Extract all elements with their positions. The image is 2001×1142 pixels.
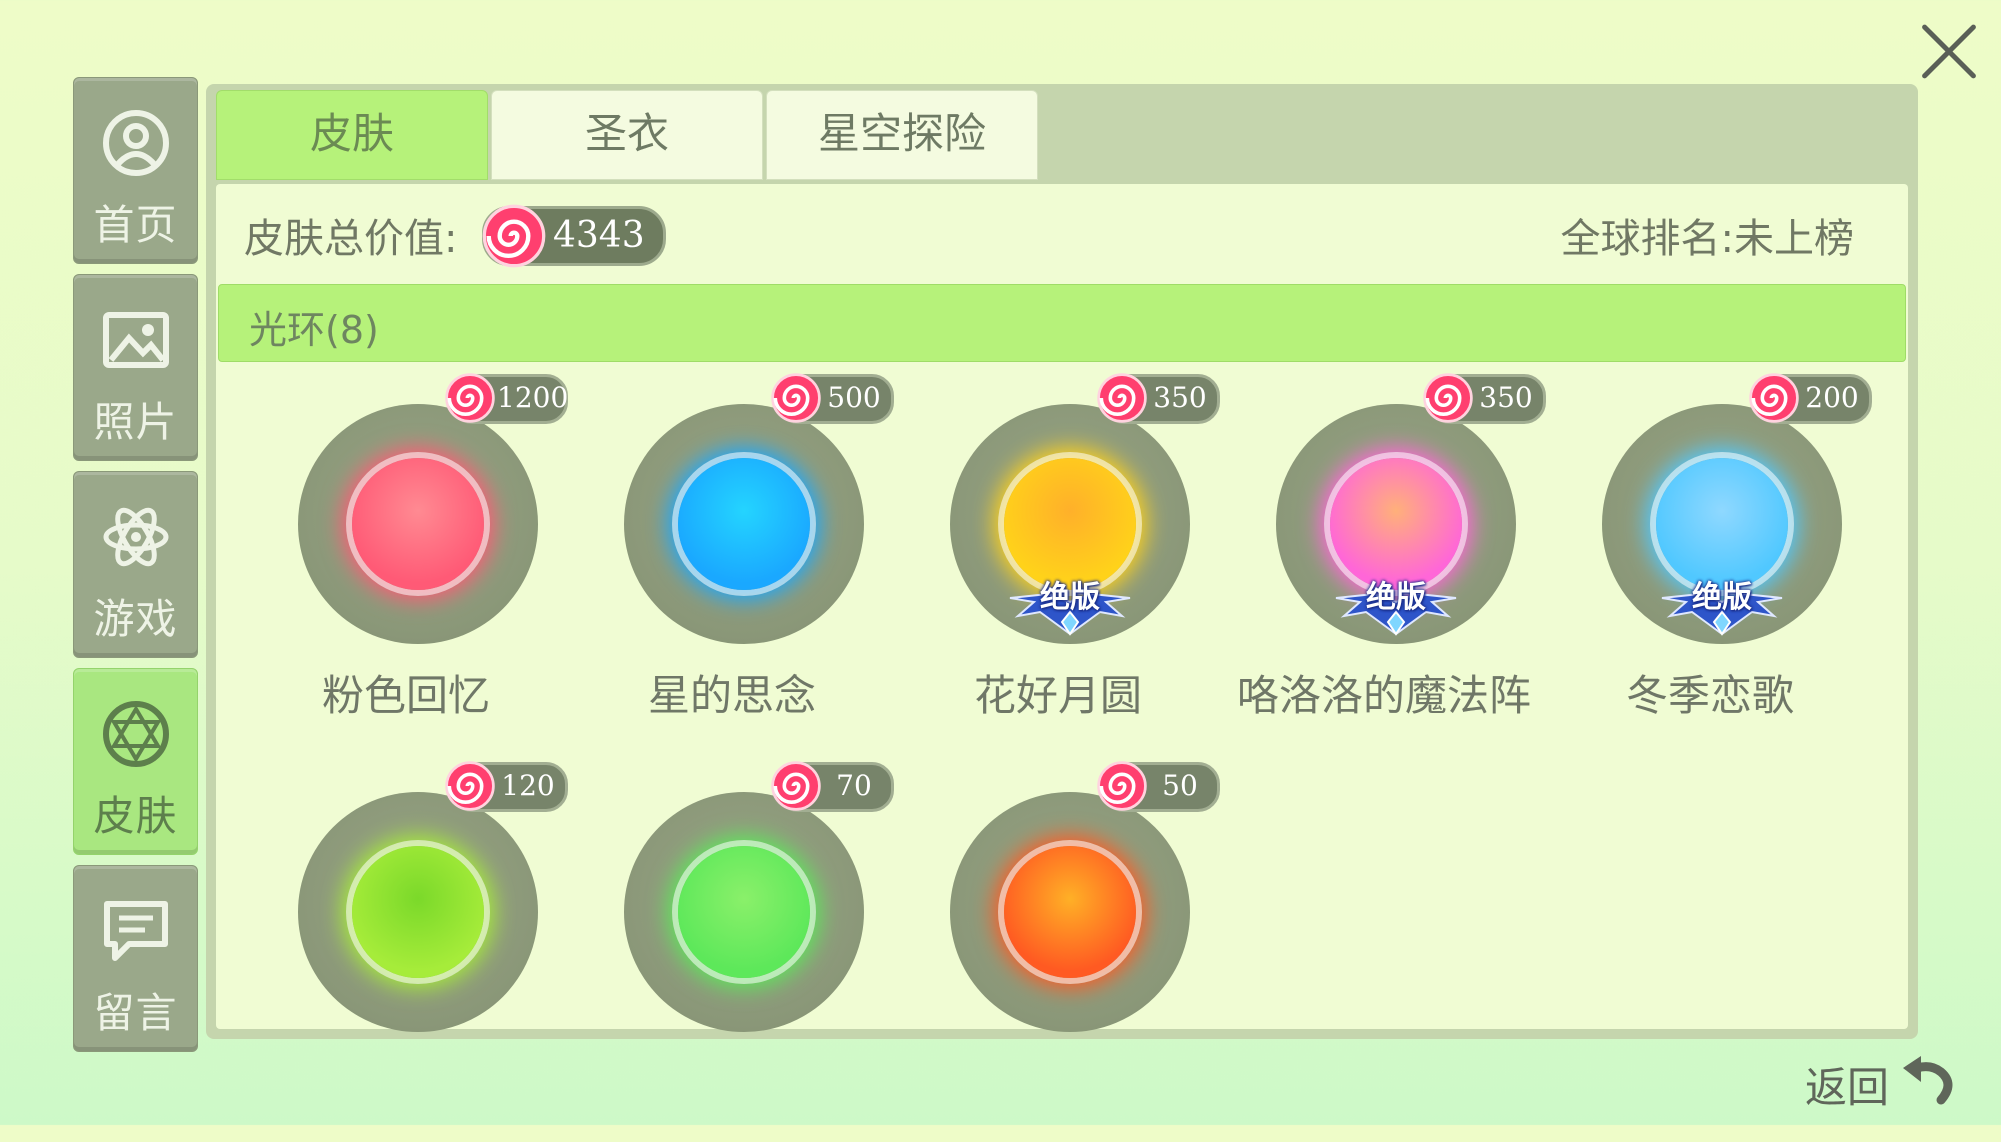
badge-label: 绝版 (1692, 580, 1752, 615)
sidebar-item-skins[interactable]: 皮肤 (73, 668, 198, 855)
candy-icon (1097, 761, 1147, 811)
candy-icon (482, 204, 546, 268)
price-badge: 70 (771, 761, 894, 812)
halo-item[interactable]: 350 绝版花好月圆 (898, 373, 1220, 754)
halo-item[interactable]: 70 (572, 761, 894, 1142)
sidebar-item-label: 首页 (93, 201, 178, 249)
price-badge: 350 (1423, 373, 1546, 424)
halo-item[interactable]: 350 绝版咯洛洛的魔法阵 (1224, 373, 1546, 754)
candy-icon (1749, 373, 1799, 423)
price-value: 50 (1162, 769, 1198, 802)
halo-item[interactable]: 120 (246, 761, 568, 1142)
candy-icon (771, 761, 821, 811)
price-badge: 500 (771, 373, 894, 424)
limited-edition-badge: 绝版 (1326, 572, 1466, 642)
price-value: 350 (1479, 381, 1533, 414)
price-value: 350 (1153, 381, 1207, 414)
main-panel: 皮肤 圣衣 星空探险 皮肤总价值: 4343 全球排名:未上榜 光环(8) 12… (206, 84, 1918, 1039)
halo-plate[interactable] (298, 404, 538, 644)
tab-star-adventure[interactable]: 星空探险 (766, 90, 1038, 180)
gem-icon (103, 701, 169, 767)
category-label: 光环(8) (249, 308, 379, 352)
sidebar-item-label: 皮肤 (93, 792, 178, 840)
halo-item[interactable]: 200 绝版冬季恋歌 (1550, 373, 1872, 754)
limited-edition-badge: 绝版 (1652, 572, 1792, 642)
sidebar-item-label: 留言 (93, 989, 178, 1037)
sidebar-item-photos[interactable]: 照片 (73, 274, 198, 461)
return-arrow-icon (1903, 1056, 1953, 1105)
summary-row: 皮肤总价值: 4343 全球排名:未上榜 (216, 184, 1908, 279)
candy-icon (1097, 373, 1147, 423)
halo-orb (1004, 458, 1136, 590)
price-badge: 350 (1097, 373, 1220, 424)
price-badge: 200 (1749, 373, 1872, 424)
halo-item[interactable]: 50 (898, 761, 1220, 1142)
content-area: 皮肤总价值: 4343 全球排名:未上榜 光环(8) 1200 粉色回忆 500 星的… (216, 184, 1908, 1032)
candy-icon (1423, 373, 1473, 423)
candy-icon (771, 373, 821, 423)
candy-icon (445, 373, 495, 423)
sidebar-item-label: 游戏 (93, 595, 178, 643)
sidebar-item-games[interactable]: 游戏 (73, 471, 198, 658)
halo-orb (1004, 846, 1136, 978)
badge-label: 绝版 (1366, 580, 1426, 615)
halo-orb (1656, 458, 1788, 590)
halo-orb (352, 846, 484, 978)
halo-orb (352, 458, 484, 590)
candy-icon (445, 761, 495, 811)
total-value-label: 皮肤总价值: (244, 216, 458, 262)
halo-orb (678, 846, 810, 978)
price-value: 120 (501, 769, 555, 802)
halo-plate[interactable] (950, 792, 1190, 1032)
global-rank: 全球排名:未上榜 (1560, 216, 1854, 262)
sidebar-item-messages[interactable]: 留言 (73, 865, 198, 1052)
message-icon (104, 901, 168, 961)
halo-orb (1330, 458, 1462, 590)
back-button[interactable]: 返回 (1805, 1050, 1955, 1112)
limited-edition-badge: 绝版 (1000, 572, 1140, 642)
price-badge: 120 (445, 761, 568, 812)
total-value: 4343 (553, 215, 645, 256)
price-value: 200 (1805, 381, 1859, 414)
sidebar: 首页 照片 游戏 皮肤 留言 (73, 77, 198, 1062)
halo-name: 星的思念 (647, 671, 816, 720)
price-badge: 1200 (445, 373, 569, 424)
close-button[interactable] (1918, 20, 1980, 82)
price-value: 500 (827, 381, 881, 414)
sidebar-item-home[interactable]: 首页 (73, 77, 198, 264)
price-value: 70 (836, 769, 872, 802)
badge-label: 绝版 (1040, 580, 1100, 615)
halo-plate[interactable] (298, 792, 538, 1032)
tab-armor[interactable]: 圣衣 (491, 90, 763, 180)
halo-item[interactable]: 1200 粉色回忆 (246, 373, 569, 754)
tab-skins[interactable]: 皮肤 (216, 90, 488, 180)
halo-name: 冬季恋歌 (1625, 671, 1794, 720)
halo-plate[interactable] (624, 792, 864, 1032)
back-label: 返回 (1805, 1063, 1890, 1112)
total-value-badge: 4343 (482, 204, 666, 268)
category-header-halo[interactable]: 光环(8) (218, 284, 1906, 362)
halo-orb (678, 458, 810, 590)
halo-plate[interactable] (624, 404, 864, 644)
photo-icon (103, 312, 169, 368)
profile-icon (103, 110, 169, 176)
halo-item[interactable]: 500 星的思念 (572, 373, 894, 754)
halo-name: 花好月圆 (973, 671, 1142, 720)
sidebar-item-label: 照片 (93, 398, 178, 446)
price-value: 1200 (497, 381, 569, 414)
halo-name: 粉色回忆 (321, 671, 490, 720)
price-badge: 50 (1097, 761, 1220, 812)
atom-icon (103, 507, 169, 567)
halo-name: 咯洛洛的魔法阵 (1236, 671, 1531, 720)
